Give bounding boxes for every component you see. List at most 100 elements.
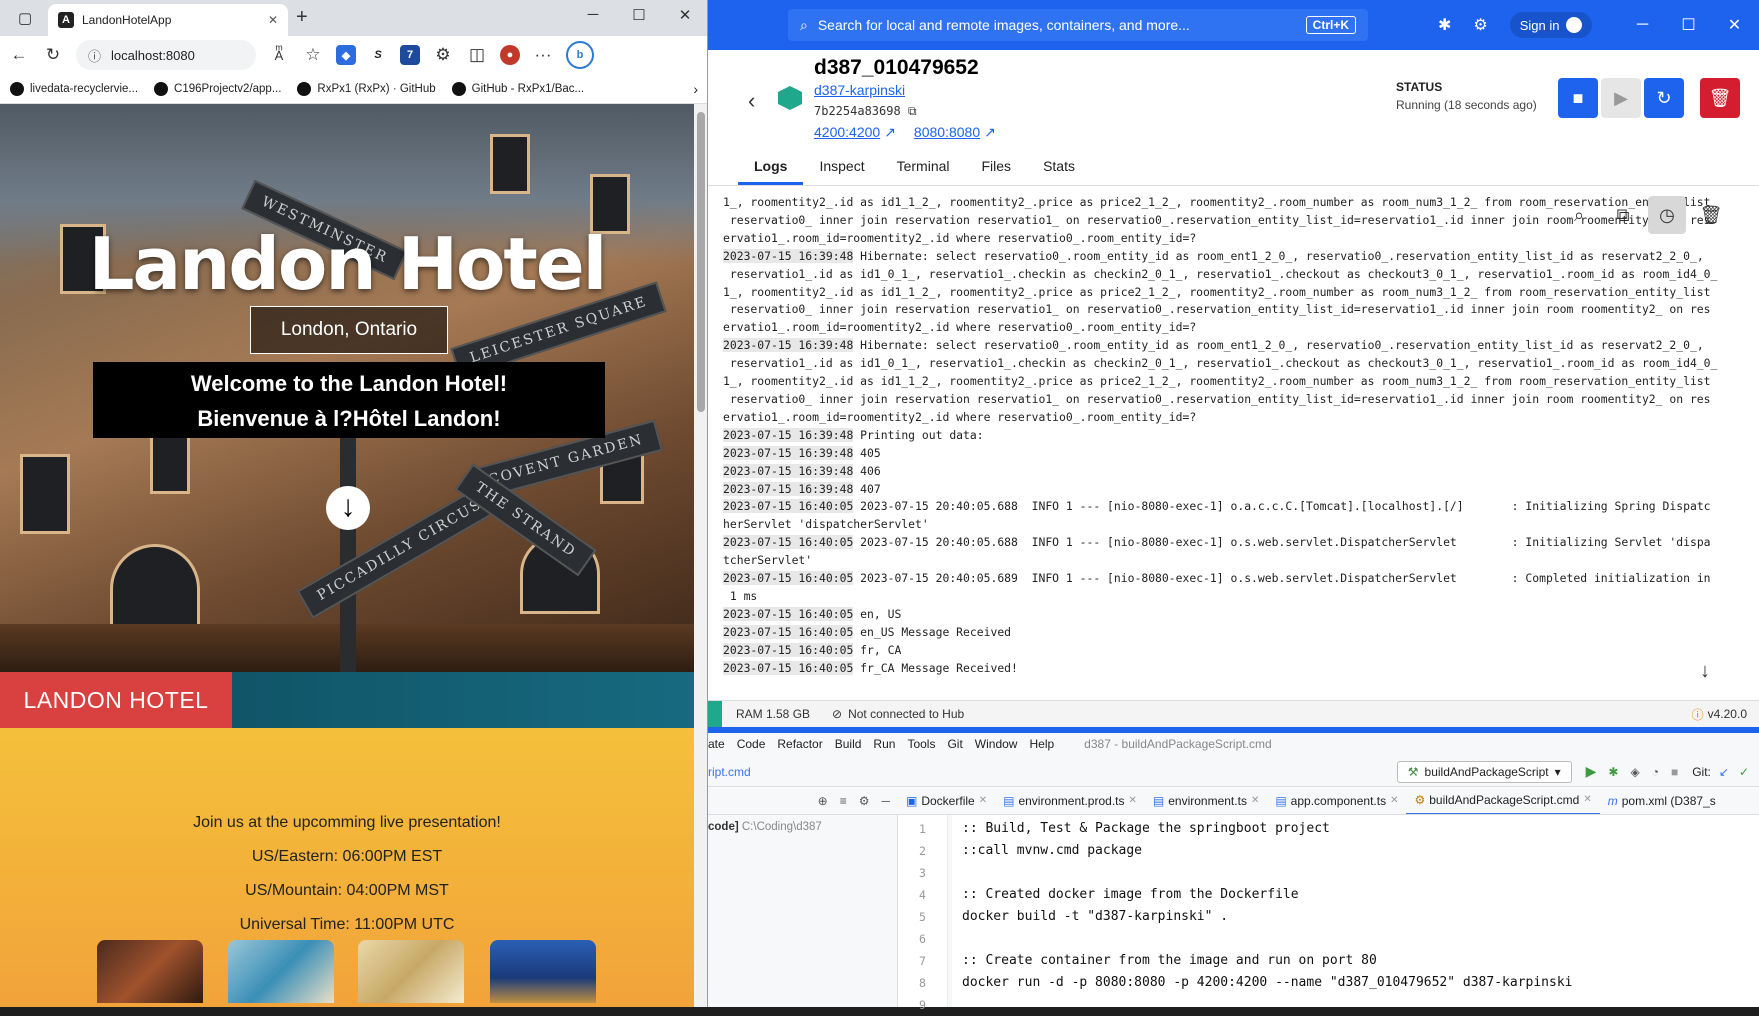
sign-in-button[interactable]: Sign in: [1509, 12, 1592, 38]
copy-icon[interactable]: ⧉: [908, 104, 917, 118]
external-link-icon[interactable]: ↗: [884, 124, 896, 141]
extension-shield-icon[interactable]: ◆: [336, 45, 356, 65]
menu-item[interactable]: Tools: [907, 737, 935, 751]
trash-icon[interactable]: 🗑: [1692, 196, 1730, 234]
ballroom-thumbnail[interactable]: [358, 940, 464, 1003]
menu-item[interactable]: Build: [835, 737, 862, 751]
back-chevron-icon[interactable]: ‹: [748, 88, 755, 114]
extension-badge-icon[interactable]: 7: [400, 45, 420, 65]
bookmark-item[interactable]: livedata-recyclervie...: [10, 81, 138, 96]
profile-avatar[interactable]: ●: [500, 45, 520, 65]
port-link[interactable]: 4200:4200: [814, 124, 880, 141]
refresh-icon[interactable]: ↻: [42, 45, 64, 65]
close-tab-icon[interactable]: ✕: [268, 13, 278, 27]
timestamps-clock-icon[interactable]: ◷: [1648, 196, 1686, 234]
tab-actions-icon[interactable]: ▢: [18, 9, 32, 27]
tab-files[interactable]: Files: [966, 150, 1028, 185]
room-thumbnail[interactable]: [97, 940, 203, 1003]
tab-stats[interactable]: Stats: [1027, 150, 1091, 185]
docker-search-bar[interactable]: ⌕ Search for local and remote images, co…: [788, 9, 1368, 41]
tab-terminal[interactable]: Terminal: [881, 150, 966, 185]
scroll-down-arrow-icon[interactable]: ↓: [326, 486, 370, 530]
new-tab-icon[interactable]: +: [296, 6, 308, 29]
scrollbar-thumb[interactable]: [697, 112, 705, 412]
log-output[interactable]: 1_, roomentity2_.id as id1_1_2_, rooment…: [723, 194, 1753, 684]
target-icon[interactable]: ⊕: [818, 794, 828, 808]
gear-icon[interactable]: ⚙: [859, 794, 870, 808]
maximize-icon[interactable]: ☐: [1666, 15, 1712, 35]
run-config-selector[interactable]: ⚒ buildAndPackageScript ▾: [1396, 760, 1572, 783]
favorite-star-icon[interactable]: ☆: [302, 45, 324, 65]
editor-tab[interactable]: ▤ app.component.ts ✕: [1267, 787, 1406, 814]
port-link[interactable]: 8080:8080: [914, 124, 980, 141]
bookmark-item[interactable]: C196Projectv2/app...: [154, 81, 281, 96]
close-tab-icon[interactable]: ✕: [1583, 794, 1591, 805]
git-commit-icon[interactable]: ✓: [1739, 765, 1749, 779]
profile-icon[interactable]: ◔: [1652, 765, 1659, 779]
git-update-icon[interactable]: ↙: [1719, 765, 1729, 779]
close-tab-icon[interactable]: ✕: [979, 795, 987, 806]
menu-item[interactable]: Run: [873, 737, 895, 751]
menu-item[interactable]: ate: [708, 737, 725, 751]
menu-item[interactable]: Code: [737, 737, 766, 751]
maximize-icon[interactable]: ☐: [616, 6, 662, 24]
line-number: 9: [919, 998, 926, 1012]
scroll-to-bottom-icon[interactable]: ↓: [1700, 660, 1710, 683]
editor-tab-active[interactable]: ⚙ buildAndPackageScript.cmd ✕: [1406, 787, 1600, 814]
bookmark-item[interactable]: RxPx1 (RxPx) · GitHub: [297, 81, 436, 96]
version-label[interactable]: v4.20.0: [1708, 707, 1747, 721]
breadcrumb-file[interactable]: ript.cmd: [708, 765, 751, 779]
run-icon[interactable]: ▶: [1586, 763, 1597, 780]
start-button[interactable]: ▶: [1601, 78, 1641, 118]
stop-icon[interactable]: ■: [1671, 765, 1678, 779]
close-tab-icon[interactable]: ✕: [1251, 795, 1259, 806]
editor-tab[interactable]: ▤ environment.prod.ts ✕: [995, 787, 1145, 814]
code-editor[interactable]: :: Build, Test & Package the springboot …: [952, 815, 1759, 1007]
extension-s-icon[interactable]: S: [368, 45, 388, 65]
project-root[interactable]: code] C:\Coding\d387: [708, 821, 897, 833]
editor-tab[interactable]: ▤ environment.ts ✕: [1145, 787, 1267, 814]
split-screen-icon[interactable]: ◫: [466, 45, 488, 65]
external-link-icon[interactable]: ↗: [984, 124, 996, 141]
close-tab-icon[interactable]: ✕: [1129, 795, 1137, 806]
pool-thumbnail[interactable]: [228, 940, 334, 1003]
bing-copilot-icon[interactable]: b: [566, 41, 594, 69]
copy-icon[interactable]: ⧉: [1604, 196, 1642, 234]
close-window-icon[interactable]: ✕: [662, 6, 707, 24]
delete-button[interactable]: 🗑: [1700, 78, 1740, 118]
address-bar[interactable]: ⓘ localhost:8080: [76, 40, 256, 70]
gear-icon[interactable]: ⚙: [1473, 15, 1487, 35]
debug-icon[interactable]: ✱: [1608, 765, 1618, 779]
tab-logs[interactable]: Logs: [738, 150, 804, 185]
menu-item[interactable]: Refactor: [777, 737, 822, 751]
more-menu-icon[interactable]: ···: [532, 45, 554, 65]
parliament-thumbnail[interactable]: [490, 940, 596, 1003]
back-icon[interactable]: ←: [8, 45, 30, 65]
menu-item[interactable]: Help: [1029, 737, 1054, 751]
restart-button[interactable]: ↻: [1644, 78, 1684, 118]
collapse-icon[interactable]: ≡: [840, 794, 847, 808]
menu-item[interactable]: Window: [975, 737, 1018, 751]
image-link[interactable]: d387-karpinski: [814, 82, 905, 98]
minimize-icon[interactable]: ─: [570, 6, 616, 24]
coverage-icon[interactable]: ◈: [1630, 765, 1639, 779]
editor-tab[interactable]: m pom.xml (D387_s: [1600, 787, 1724, 814]
menu-item[interactable]: Git: [947, 737, 962, 751]
extensions-puzzle-icon[interactable]: ⚙: [432, 45, 454, 65]
editor-tab[interactable]: ▣ Dockerfile ✕: [898, 787, 995, 814]
warning-icon[interactable]: ⓘ: [1692, 706, 1704, 723]
close-tab-icon[interactable]: ✕: [1390, 795, 1398, 806]
stop-button[interactable]: ■: [1558, 78, 1598, 118]
search-icon[interactable]: ⌕: [1560, 196, 1598, 234]
chevron-right-icon[interactable]: ›: [693, 81, 698, 97]
bug-icon[interactable]: ✱: [1438, 15, 1451, 35]
minimize-icon[interactable]: ─: [1620, 16, 1666, 34]
read-aloud-icon[interactable]: Aͫ: [268, 48, 290, 63]
site-brand[interactable]: LANDON HOTEL: [0, 672, 232, 728]
browser-tab[interactable]: A LandonHotelApp ✕: [48, 4, 288, 36]
bookmark-item[interactable]: GitHub - RxPx1/Bac...: [451, 81, 584, 96]
close-window-icon[interactable]: ✕: [1712, 15, 1758, 35]
tab-inspect[interactable]: Inspect: [803, 150, 880, 185]
minimize-icon[interactable]: ─: [881, 794, 890, 808]
